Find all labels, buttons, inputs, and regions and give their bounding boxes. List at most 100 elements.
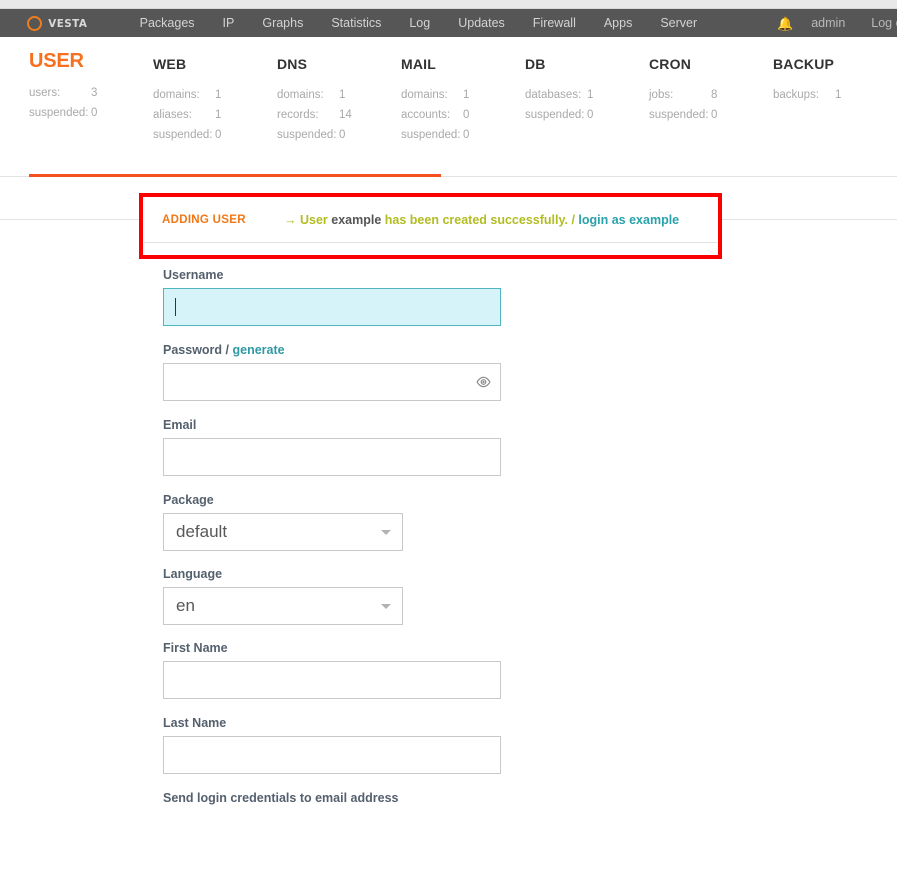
last-name-input-holder bbox=[163, 736, 501, 774]
stat-key: suspended: bbox=[277, 129, 337, 141]
notification-username: example bbox=[331, 212, 382, 227]
stat-row: databases: 1 bbox=[525, 85, 649, 105]
vesta-logo[interactable]: VESTA bbox=[27, 15, 89, 31]
stat-key: users: bbox=[29, 87, 61, 99]
vesta-ring-icon bbox=[27, 15, 42, 31]
email-label: Email bbox=[163, 418, 197, 432]
package-select[interactable]: default bbox=[163, 513, 403, 551]
stat-row: suspended: 0 bbox=[401, 125, 525, 145]
top-strip bbox=[0, 0, 897, 9]
nav-item-ip[interactable]: IP bbox=[209, 9, 249, 37]
first-name-input-holder bbox=[163, 661, 501, 699]
stats-panel: USER users: 3 suspended: 0 WEB domains: … bbox=[0, 37, 897, 145]
last-name-input[interactable] bbox=[163, 736, 501, 774]
nav-item-firewall[interactable]: Firewall bbox=[519, 9, 590, 37]
stat-value: 3 bbox=[91, 87, 98, 99]
nav-item-updates[interactable]: Updates bbox=[444, 9, 519, 37]
send-credentials-group: Send login credentials to email address bbox=[163, 791, 897, 805]
generate-password-link[interactable]: generate bbox=[232, 343, 284, 357]
password-input[interactable] bbox=[163, 363, 501, 401]
login-as-user-link[interactable]: login as example bbox=[578, 213, 679, 227]
vesta-brand-label: VESTA bbox=[48, 16, 88, 30]
stat-row: records: 14 bbox=[277, 105, 401, 125]
stat-key: accounts: bbox=[401, 109, 451, 121]
adding-user-notification: ADDING USER → User example has been crea… bbox=[139, 193, 722, 259]
stat-key: backups: bbox=[773, 89, 820, 101]
stat-value: 1 bbox=[835, 89, 842, 101]
stat-col-backup: BACKUP backups: 1 bbox=[773, 56, 897, 145]
nav-item-log[interactable]: Log bbox=[395, 9, 444, 37]
stat-title-dns[interactable]: DNS bbox=[277, 56, 401, 72]
stat-col-user: USER users: 3 suspended: 0 bbox=[29, 50, 153, 145]
email-field-group: Email bbox=[163, 418, 897, 476]
package-field-group: Package default bbox=[163, 493, 897, 551]
email-input[interactable] bbox=[163, 438, 501, 476]
package-selected-value: default bbox=[176, 522, 228, 541]
nav-user-admin[interactable]: admin bbox=[811, 16, 845, 30]
stat-col-mail: MAIL domains: 1 accounts: 0 suspended: 0 bbox=[401, 56, 525, 145]
text-cursor bbox=[175, 298, 176, 316]
notification-success-text: has been created successfully. / bbox=[384, 212, 575, 227]
main-navbar: VESTA Packages IP Graphs Statistics Log … bbox=[0, 9, 897, 37]
first-name-field-group: First Name bbox=[163, 641, 897, 699]
stat-title-cron[interactable]: CRON bbox=[649, 56, 773, 72]
stat-title-db[interactable]: DB bbox=[525, 56, 649, 72]
stat-value: 0 bbox=[587, 109, 594, 121]
stat-row: suspended: 0 bbox=[649, 105, 773, 125]
nav-item-server[interactable]: Server bbox=[646, 9, 711, 37]
stat-row: users: 3 bbox=[29, 83, 153, 103]
stat-value: 0 bbox=[463, 129, 470, 141]
first-name-input[interactable] bbox=[163, 661, 501, 699]
stat-value: 8 bbox=[711, 89, 718, 101]
chevron-down-icon bbox=[381, 603, 391, 609]
stat-key: suspended: bbox=[153, 129, 213, 141]
stat-row: suspended: 0 bbox=[525, 105, 649, 125]
active-tab-indicator bbox=[29, 174, 441, 177]
language-label: Language bbox=[163, 567, 223, 581]
nav-item-packages[interactable]: Packages bbox=[126, 9, 209, 37]
username-input[interactable] bbox=[163, 288, 501, 326]
stat-title-user[interactable]: USER bbox=[29, 50, 153, 73]
stat-row: aliases: 1 bbox=[153, 105, 277, 125]
password-field-group: Password / generate bbox=[163, 343, 897, 401]
stat-title-mail[interactable]: MAIL bbox=[401, 56, 525, 72]
stat-key: suspended: bbox=[649, 109, 709, 121]
stat-title-backup[interactable]: BACKUP bbox=[773, 56, 897, 72]
package-label: Package bbox=[163, 493, 214, 507]
password-input-holder bbox=[163, 363, 501, 401]
eye-icon[interactable] bbox=[476, 376, 491, 388]
stat-col-dns: DNS domains: 1 records: 14 suspended: 0 bbox=[277, 56, 401, 145]
nav-logout-link[interactable]: Log out bbox=[871, 16, 897, 30]
notification-tag: ADDING USER bbox=[162, 213, 246, 226]
chevron-down-icon bbox=[381, 529, 391, 535]
stat-value: 0 bbox=[711, 109, 718, 121]
stat-row: domains: 1 bbox=[153, 85, 277, 105]
stat-col-db: DB databases: 1 suspended: 0 bbox=[525, 56, 649, 145]
notification-arrow-user: → User bbox=[284, 212, 328, 227]
stat-value: 14 bbox=[339, 109, 352, 121]
password-label-text: Password / bbox=[163, 343, 229, 357]
language-select[interactable]: en bbox=[163, 587, 403, 625]
nav-item-graphs[interactable]: Graphs bbox=[248, 9, 317, 37]
stat-value: 0 bbox=[463, 109, 470, 121]
notification-content: ADDING USER → User example has been crea… bbox=[143, 197, 718, 242]
stat-row: suspended: 0 bbox=[153, 125, 277, 145]
language-selected-value: en bbox=[176, 596, 195, 615]
email-input-holder bbox=[163, 438, 501, 476]
stat-title-web[interactable]: WEB bbox=[153, 56, 277, 72]
stat-value: 1 bbox=[587, 89, 594, 101]
nav-item-statistics[interactable]: Statistics bbox=[317, 9, 395, 37]
stat-value: 1 bbox=[215, 89, 222, 101]
stat-col-cron: CRON jobs: 8 suspended: 0 bbox=[649, 56, 773, 145]
stat-key: domains: bbox=[277, 89, 324, 101]
nav-item-apps[interactable]: Apps bbox=[590, 9, 647, 37]
stat-key: suspended: bbox=[401, 129, 461, 141]
stat-value: 1 bbox=[215, 109, 222, 121]
language-field-group: Language en bbox=[163, 567, 897, 625]
stat-row: suspended: 0 bbox=[29, 103, 153, 123]
stat-value: 1 bbox=[339, 89, 346, 101]
username-input-holder bbox=[163, 288, 501, 326]
nav-links: Packages IP Graphs Statistics Log Update… bbox=[126, 9, 712, 37]
password-label: Password / generate bbox=[163, 343, 897, 357]
bell-icon[interactable]: 🔔 bbox=[777, 17, 793, 30]
